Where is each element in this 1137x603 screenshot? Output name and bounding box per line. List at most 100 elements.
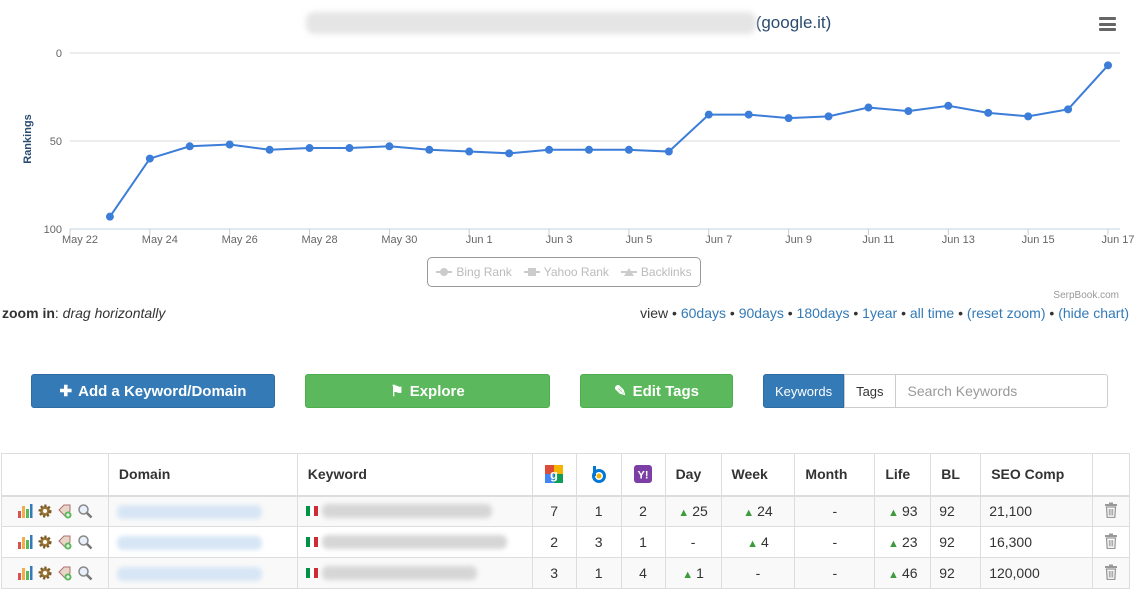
trash-icon[interactable]: [1104, 533, 1118, 552]
explore-label: Explore: [409, 382, 465, 400]
italy-flag-icon: [305, 537, 318, 547]
x-tick-label: May 24: [142, 234, 178, 246]
keyword-cell[interactable]: [296, 557, 533, 589]
arrow-up-icon: ▲: [888, 538, 899, 550]
data-point: [545, 145, 554, 154]
svg-text:g: g: [550, 467, 558, 482]
data-point: [465, 147, 474, 156]
legend-square-icon: [523, 268, 540, 276]
arrow-up-icon: ▲: [888, 569, 899, 581]
edit-tags-button[interactable]: ✎ Edit Tags: [580, 374, 733, 408]
yahoo-icon: Y!: [634, 465, 653, 484]
keyword-header[interactable]: Keyword: [296, 453, 533, 497]
chart-bars-icon[interactable]: [16, 503, 33, 520]
view-60days-link[interactable]: 60days: [681, 305, 726, 321]
bing-header[interactable]: [575, 453, 622, 497]
week-header[interactable]: Week: [720, 453, 796, 497]
flag-icon: ⚑: [390, 383, 404, 400]
table-row[interactable]: 2 3 1 - ▲ 4 - ▲ 23 92 16,300: [1, 526, 1131, 558]
tab-keywords[interactable]: Keywords: [763, 374, 845, 408]
tag-add-icon[interactable]: [56, 534, 73, 551]
add-keyword-button[interactable]: ✚ Add a Keyword/Domain: [31, 374, 275, 408]
reset-zoom-link[interactable]: (reset zoom): [967, 305, 1046, 321]
domain-cell[interactable]: [107, 557, 298, 589]
data-point: [944, 101, 953, 110]
gear-icon[interactable]: [36, 534, 53, 551]
hide-chart-link[interactable]: (hide chart): [1058, 305, 1129, 321]
table-row[interactable]: 3 1 4 ▲ 1 - - ▲ 46 92 120,000: [1, 557, 1131, 589]
legend-label: Yahoo Rank: [543, 265, 609, 279]
table-body: 7 1 2 ▲ 25 ▲ 24 - ▲ 93 92 21,100 2 3 1 - ▲ 4: [1, 495, 1131, 589]
view-1year-link[interactable]: 1year: [862, 305, 897, 321]
gear-icon[interactable]: [36, 503, 53, 520]
x-tick-label: May 30: [381, 234, 417, 246]
tag-add-icon[interactable]: [56, 565, 73, 582]
view-180days-link[interactable]: 180days: [797, 305, 850, 321]
search-keywords-input[interactable]: [895, 374, 1108, 408]
view-all-time-link[interactable]: all time: [910, 305, 954, 321]
x-tick-label: May 22: [62, 234, 98, 246]
google-icon: g: [545, 465, 564, 484]
x-tick-label: Jun 3: [546, 234, 573, 246]
data-point: [704, 110, 713, 119]
trash-icon[interactable]: [1104, 502, 1118, 521]
day-change-cell: ▲ 25: [664, 495, 722, 527]
plus-icon: ✚: [59, 383, 73, 400]
chart-bars-icon[interactable]: [16, 565, 33, 582]
day-change-cell: ▲ 1: [664, 557, 722, 589]
explore-button[interactable]: ⚑ Explore: [305, 374, 550, 408]
life-change-cell: ▲ 46: [874, 557, 932, 589]
data-point: [744, 110, 753, 119]
legend-triangle-icon: [620, 268, 637, 276]
domain-header[interactable]: Domain: [107, 453, 298, 497]
yahoo-header[interactable]: Y!: [620, 453, 666, 497]
gear-icon[interactable]: [36, 565, 53, 582]
tab-tags[interactable]: Tags: [844, 374, 896, 408]
data-point: [305, 144, 314, 153]
google-header[interactable]: g: [531, 453, 577, 497]
bing-rank-cell: 1: [575, 495, 622, 527]
day-header[interactable]: Day: [664, 453, 722, 497]
month-header[interactable]: Month: [794, 453, 876, 497]
legend-item-yahoo[interactable]: Yahoo Rank: [523, 265, 609, 279]
italy-flag-icon: [305, 568, 318, 578]
delete-cell: [1091, 526, 1131, 558]
data-point: [784, 114, 793, 123]
legend-item-backlinks[interactable]: Backlinks: [620, 265, 692, 279]
seo-comp-header[interactable]: SEO Comp: [980, 453, 1093, 497]
keyword-cell[interactable]: [296, 495, 533, 527]
blurred-domain-link[interactable]: [116, 536, 262, 551]
trash-icon[interactable]: [1104, 564, 1118, 583]
magnifier-icon[interactable]: [76, 565, 93, 582]
zoom-hint: zoom in: drag horizontally: [2, 305, 166, 321]
legend-label: Backlinks: [640, 265, 692, 279]
magnifier-icon[interactable]: [76, 503, 93, 520]
x-tick-label: Jun 1: [466, 234, 493, 246]
bl-header[interactable]: BL: [930, 453, 982, 497]
rankings-chart[interactable]: (google.it) 0 50 100 May 22 May 24 May 26 May …: [0, 0, 1137, 301]
chart-legend: Bing Rank Yahoo Rank Backlinks: [427, 257, 701, 287]
legend-item-bing[interactable]: Bing Rank: [436, 265, 512, 279]
keywords-table: Domain Keyword g Y! Day Week Month Life …: [1, 453, 1131, 589]
search-group: Keywords Tags: [763, 374, 1108, 408]
row-actions: [1, 495, 109, 527]
blurred-domain-link[interactable]: [116, 505, 262, 520]
keyword-cell[interactable]: [296, 526, 533, 558]
chart-plot[interactable]: 0 50 100May 22 May 24 May 26 May 28 May 30 Jun …: [0, 0, 1137, 300]
magnifier-icon[interactable]: [76, 534, 93, 551]
blurred-domain-link[interactable]: [116, 567, 262, 582]
view-90days-link[interactable]: 90days: [739, 305, 784, 321]
life-header[interactable]: Life: [874, 453, 932, 497]
zoom-instruction: drag horizontally: [62, 305, 166, 321]
chart-credit[interactable]: SerpBook.com: [1053, 290, 1119, 301]
add-keyword-label: Add a Keyword/Domain: [78, 382, 247, 400]
chart-bars-icon[interactable]: [16, 534, 33, 551]
tag-add-icon[interactable]: [56, 503, 73, 520]
table-row[interactable]: 7 1 2 ▲ 25 ▲ 24 - ▲ 93 92 21,100: [1, 495, 1131, 527]
domain-cell[interactable]: [107, 526, 298, 558]
pencil-icon: ✎: [614, 383, 627, 400]
domain-cell[interactable]: [107, 495, 298, 527]
data-point: [864, 103, 873, 112]
data-point: [385, 142, 394, 151]
x-tick-label: Jun 7: [705, 234, 732, 246]
